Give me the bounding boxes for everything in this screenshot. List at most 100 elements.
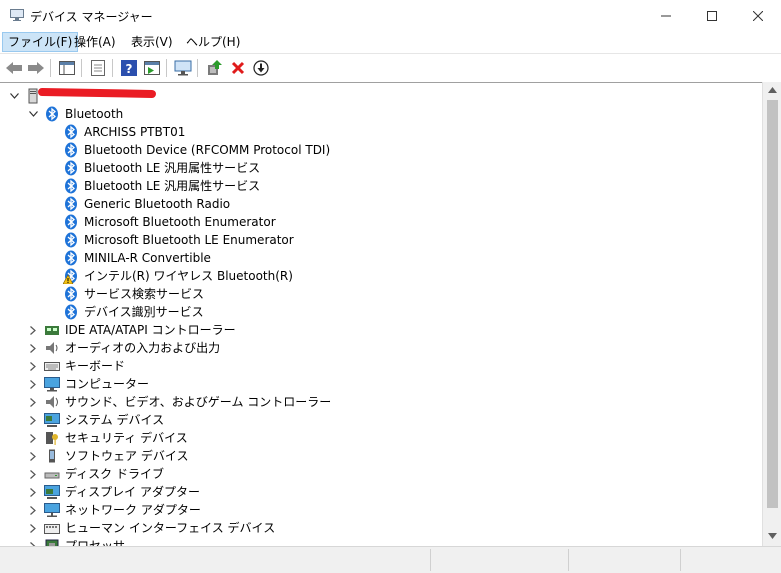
- menu-bar: ファイル(F) 操作(A) 表示(V) ヘルプ(H): [0, 31, 781, 53]
- back-arrow-icon: [6, 62, 22, 74]
- tree-device-item[interactable]: Bluetooth LE 汎用属性サービス: [0, 159, 762, 177]
- console-tree-icon: [59, 61, 75, 75]
- tree-category-8[interactable]: ソフトウェア デバイス: [0, 447, 762, 465]
- menu-file[interactable]: ファイル(F): [2, 32, 79, 52]
- down-arrow-circle-icon: [253, 60, 269, 76]
- device-label: MINILA-R Convertible: [84, 251, 211, 265]
- show-hide-console-tree-button[interactable]: [57, 58, 77, 78]
- tree-device-item[interactable]: Microsoft Bluetooth LE Enumerator: [0, 231, 762, 249]
- minimize-button[interactable]: [643, 0, 689, 31]
- tree-device-item[interactable]: サービス検索サービス: [0, 285, 762, 303]
- uninstall-device-button[interactable]: [228, 58, 248, 78]
- category-label: Bluetooth: [65, 107, 124, 121]
- display-adapter-icon: [44, 485, 60, 499]
- menu-view[interactable]: 表示(V): [126, 33, 178, 51]
- tree-device-item[interactable]: ARCHISS PTBT01: [0, 123, 762, 141]
- tree-category-11[interactable]: ネットワーク アダプター: [0, 501, 762, 519]
- update-driver-button[interactable]: [204, 58, 224, 78]
- tree-device-item[interactable]: MINILA-R Convertible: [0, 249, 762, 267]
- category-label: ネットワーク アダプター: [65, 503, 201, 517]
- forward-arrow-icon: [28, 62, 44, 74]
- network-adapter-icon: [44, 503, 60, 517]
- tree-category-10[interactable]: ディスプレイ アダプター: [0, 483, 762, 501]
- tree-category-2[interactable]: オーディオの入力および出力: [0, 339, 762, 357]
- toolbar-separator: [197, 59, 198, 77]
- menu-action[interactable]: 操作(A): [69, 33, 121, 51]
- disable-device-button[interactable]: [251, 58, 271, 78]
- close-button[interactable]: [735, 0, 781, 31]
- bluetooth-icon: [65, 178, 77, 194]
- tree-device-item[interactable]: デバイス識別サービス: [0, 303, 762, 321]
- delete-x-icon: [231, 61, 245, 75]
- vertical-scrollbar[interactable]: [762, 82, 781, 546]
- bluetooth-icon: [65, 286, 77, 302]
- device-label: Bluetooth LE 汎用属性サービス: [84, 161, 261, 175]
- audio-io-icon: [46, 342, 58, 354]
- chevron-right-icon[interactable]: [28, 357, 38, 375]
- tree-category-9[interactable]: ディスク ドライブ: [0, 465, 762, 483]
- system-devices-icon: [44, 413, 60, 427]
- device-label: デバイス識別サービス: [84, 305, 204, 319]
- status-divider: [568, 549, 569, 571]
- tree-category-6[interactable]: システム デバイス: [0, 411, 762, 429]
- category-label: ディスク ドライブ: [65, 467, 164, 481]
- category-label: ヒューマン インターフェイス デバイス: [65, 521, 276, 535]
- scroll-down-icon[interactable]: [768, 533, 777, 539]
- monitor-scan-icon: [174, 60, 192, 76]
- chevron-right-icon[interactable]: [28, 375, 38, 393]
- tree-category-5[interactable]: サウンド、ビデオ、およびゲーム コントローラー: [0, 393, 762, 411]
- back-button[interactable]: [4, 58, 24, 78]
- chevron-right-icon[interactable]: [28, 393, 38, 411]
- action-pane-button[interactable]: [142, 58, 162, 78]
- title-bar: デバイス マネージャー: [0, 0, 781, 31]
- tree-category-1[interactable]: IDE ATA/ATAPI コントローラー: [0, 321, 762, 339]
- tree-device-item[interactable]: Microsoft Bluetooth Enumerator: [0, 213, 762, 231]
- window-title: デバイス マネージャー: [30, 10, 153, 24]
- maximize-button[interactable]: [689, 0, 735, 31]
- maximize-icon: [707, 10, 717, 21]
- scan-hardware-button[interactable]: [173, 58, 193, 78]
- forward-button[interactable]: [26, 58, 46, 78]
- chevron-right-icon[interactable]: [28, 321, 38, 339]
- device-label: Microsoft Bluetooth Enumerator: [84, 215, 276, 229]
- device-tree: Bluetooth ARCHISS PTBT01 Bluetooth Device …: [0, 82, 762, 547]
- tree-category-3[interactable]: キーボード: [0, 357, 762, 375]
- tree-category-bluetooth[interactable]: Bluetooth: [0, 105, 762, 123]
- category-label: サウンド、ビデオ、およびゲーム コントローラー: [65, 395, 332, 409]
- tree-device-item[interactable]: Generic Bluetooth Radio: [0, 195, 762, 213]
- chevron-right-icon[interactable]: [28, 411, 38, 429]
- bluetooth-icon: [65, 304, 77, 320]
- help-button[interactable]: ?: [119, 58, 139, 78]
- toolbar-separator: [166, 59, 167, 77]
- toolbar: ?: [0, 53, 781, 82]
- action-pane-icon: [144, 61, 160, 75]
- help-icon: ?: [121, 60, 137, 76]
- properties-button[interactable]: [88, 58, 108, 78]
- chevron-right-icon[interactable]: [28, 447, 38, 465]
- category-label: オーディオの入力および出力: [65, 341, 221, 355]
- tree-device-item[interactable]: インテル(R) ワイヤレス Bluetooth(R): [0, 267, 762, 285]
- tree-category-7[interactable]: セキュリティ デバイス: [0, 429, 762, 447]
- chevron-right-icon[interactable]: [28, 483, 38, 501]
- category-label: セキュリティ デバイス: [65, 431, 188, 445]
- chevron-down-icon[interactable]: [9, 87, 19, 105]
- tree-device-item[interactable]: Bluetooth LE 汎用属性サービス: [0, 177, 762, 195]
- menu-help[interactable]: ヘルプ(H): [181, 33, 245, 51]
- tree-category-4[interactable]: コンピューター: [0, 375, 762, 393]
- device-label: Bluetooth Device (RFCOMM Protocol TDI): [84, 143, 331, 157]
- chevron-right-icon[interactable]: [28, 501, 38, 519]
- tree-category-12[interactable]: ヒューマン インターフェイス デバイス: [0, 519, 762, 537]
- scrollbar-thumb[interactable]: [767, 100, 778, 508]
- category-label: システム デバイス: [65, 413, 165, 427]
- computer-icon: [44, 377, 60, 392]
- chevron-down-icon[interactable]: [28, 105, 38, 123]
- bluetooth-icon: [65, 124, 77, 140]
- tree-device-item[interactable]: Bluetooth Device (RFCOMM Protocol TDI): [0, 141, 762, 159]
- scroll-up-icon[interactable]: [768, 87, 777, 93]
- chevron-right-icon[interactable]: [28, 339, 38, 357]
- sound-video-icon: [46, 396, 58, 408]
- chevron-right-icon[interactable]: [28, 519, 38, 537]
- chevron-right-icon[interactable]: [28, 465, 38, 483]
- chevron-right-icon[interactable]: [28, 429, 38, 447]
- disk-drive-icon: [44, 472, 60, 479]
